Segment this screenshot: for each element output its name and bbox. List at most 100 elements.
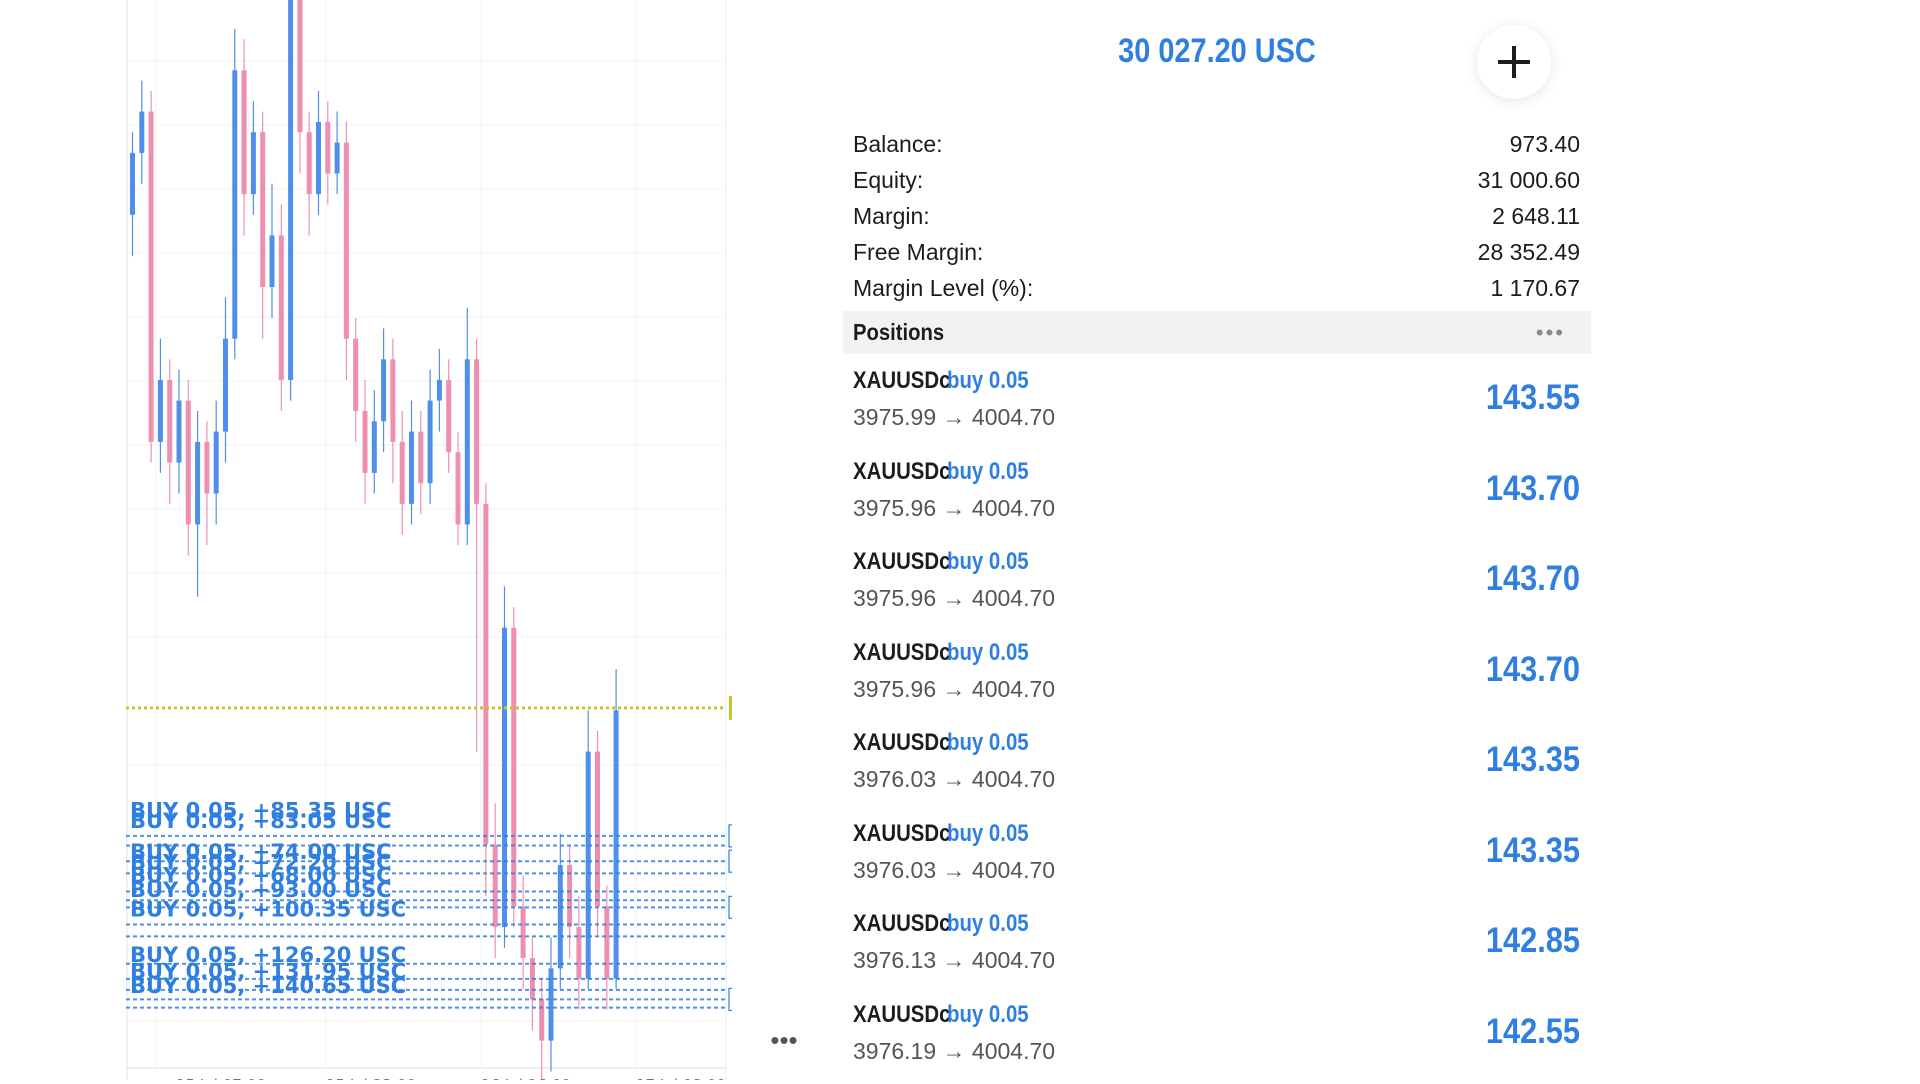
candle-body xyxy=(363,411,368,473)
position-row[interactable]: XAUUSDc buy 0.05 3976.13 → 4004.70 142.8… xyxy=(853,903,1580,994)
price-tag-box xyxy=(729,896,732,918)
candle-body xyxy=(465,359,470,524)
candle-body xyxy=(139,112,144,153)
position-row[interactable]: XAUUSDc buy 0.05 3975.96 → 4004.70 143.7… xyxy=(853,632,1580,723)
position-row[interactable]: XAUUSDc buy 0.05 3976.19 → 4004.70 142.5… xyxy=(853,994,1580,1084)
x-tick-label: 16 Jul 16:00 xyxy=(481,1076,571,1080)
candle-body xyxy=(260,132,265,287)
position-prices: 3976.13 → 4004.70 xyxy=(853,947,1055,974)
candle-body xyxy=(372,421,377,473)
candle-body xyxy=(502,628,507,927)
candle-body xyxy=(539,999,544,1040)
position-profit: 143.35 xyxy=(1486,740,1580,780)
position-side: buy 0.05 xyxy=(947,548,1029,576)
candle-body xyxy=(558,865,563,968)
price-tag-box xyxy=(729,850,732,872)
candle-body xyxy=(446,380,451,452)
candle-body xyxy=(353,339,358,411)
summary-label: Margin: xyxy=(853,203,930,230)
candle-body xyxy=(270,235,275,287)
position-profit: 143.55 xyxy=(1486,378,1580,418)
position-side: buy 0.05 xyxy=(947,1001,1029,1029)
candle-body xyxy=(595,752,600,907)
position-line-label: BUY 0.05, +140.65 USC xyxy=(130,974,406,998)
candle-body xyxy=(586,752,591,979)
position-side: buy 0.05 xyxy=(947,367,1029,395)
candle-body xyxy=(214,432,219,494)
candle-body xyxy=(232,70,237,338)
candle-body xyxy=(409,432,414,504)
candle-body xyxy=(223,339,228,432)
candle-body xyxy=(567,865,572,927)
position-line-label: BUY 0.05, +100.35 USC xyxy=(130,898,406,922)
candle-body xyxy=(130,153,135,215)
position-side: buy 0.05 xyxy=(947,729,1029,757)
candle-body xyxy=(195,442,200,525)
position-profit: 143.70 xyxy=(1486,469,1580,509)
candle-body xyxy=(288,0,293,380)
add-button[interactable] xyxy=(1477,25,1551,99)
summary-label: Free Margin: xyxy=(853,239,983,266)
position-symbol: XAUUSDc xyxy=(853,820,950,848)
summary-value: 31 000.60 xyxy=(1478,167,1580,194)
candle-body xyxy=(335,143,340,174)
position-row[interactable]: XAUUSDc buy 0.05 3975.96 → 4004.70 143.7… xyxy=(853,451,1580,542)
candle-body xyxy=(390,359,395,442)
candle-body xyxy=(437,380,442,401)
position-prices: 3976.19 → 4004.70 xyxy=(853,1038,1055,1065)
chart-canvas[interactable]: 4073.104066.904060.704054.504048.304042.… xyxy=(126,0,732,1080)
position-profit: 143.70 xyxy=(1486,559,1580,599)
summary-value: 973.40 xyxy=(1510,131,1580,158)
candle-body xyxy=(474,359,479,504)
current-price-tag-bg xyxy=(729,696,732,720)
positions-title: Positions xyxy=(853,319,944,346)
position-prices: 3975.99 → 4004.70 xyxy=(853,404,1055,431)
equity-title: 30 027.20 USC xyxy=(899,32,1535,71)
candle-body xyxy=(251,132,256,194)
position-row[interactable]: XAUUSDc buy 0.05 3975.99 → 4004.70 143.5… xyxy=(853,360,1580,451)
summary-row-equity: Equity: 31 000.60 xyxy=(853,162,1580,198)
candle-body xyxy=(511,628,516,907)
summary-value: 1 170.67 xyxy=(1490,275,1580,302)
plus-icon-stroke xyxy=(1512,46,1516,78)
position-symbol: XAUUSDc xyxy=(853,458,950,486)
summary-label: Margin Level (%): xyxy=(853,275,1033,302)
x-tick-label: 15 Jul 23:00 xyxy=(326,1076,416,1080)
price-chart[interactable]: 4073.104066.904060.704054.504048.304042.… xyxy=(126,0,732,1080)
position-row[interactable]: XAUUSDc buy 0.05 3976.03 → 4004.70 143.3… xyxy=(853,813,1580,904)
candle-body xyxy=(167,380,172,463)
x-tick-label: 17 Jul 08:00 xyxy=(636,1076,726,1080)
candle-body xyxy=(456,452,461,524)
position-line-label: BUY 0.05, +83.05 USC xyxy=(130,809,392,833)
candle-body xyxy=(381,359,386,421)
candle-body xyxy=(177,401,182,463)
chart-more-button[interactable]: ••• xyxy=(754,1030,814,1060)
candle-body xyxy=(418,432,423,484)
position-symbol: XAUUSDc xyxy=(853,729,950,757)
x-tick-label: 15 Jul 07:00 xyxy=(176,1076,266,1080)
summary-value: 2 648.11 xyxy=(1492,203,1580,230)
position-row[interactable]: XAUUSDc buy 0.05 3976.03 → 4004.70 143.3… xyxy=(853,722,1580,813)
position-profit: 142.55 xyxy=(1486,1012,1580,1052)
candle-body xyxy=(204,442,209,494)
position-symbol: XAUUSDc xyxy=(853,1001,950,1029)
position-prices: 3975.96 → 4004.70 xyxy=(853,585,1055,612)
summary-label: Equity: xyxy=(853,167,923,194)
position-profit: 143.70 xyxy=(1486,650,1580,690)
position-prices: 3976.03 → 4004.70 xyxy=(853,857,1055,884)
position-side: buy 0.05 xyxy=(947,910,1029,938)
candle-body xyxy=(325,122,330,174)
position-prices: 3976.03 → 4004.70 xyxy=(853,766,1055,793)
candle-body xyxy=(242,70,247,194)
candle-body xyxy=(614,710,619,978)
candle-body xyxy=(483,504,488,845)
candle-body xyxy=(576,927,581,979)
positions-more-button[interactable]: ••• xyxy=(1536,320,1565,346)
position-row[interactable]: XAUUSDc buy 0.05 3975.96 → 4004.70 143.7… xyxy=(853,541,1580,632)
position-side: buy 0.05 xyxy=(947,639,1029,667)
candle-body xyxy=(186,401,191,525)
summary-label: Balance: xyxy=(853,131,943,158)
candle-body xyxy=(316,122,321,194)
positions-header: Positions ••• xyxy=(843,311,1591,354)
positions-list: XAUUSDc buy 0.05 3975.99 → 4004.70 143.5… xyxy=(853,360,1580,1084)
